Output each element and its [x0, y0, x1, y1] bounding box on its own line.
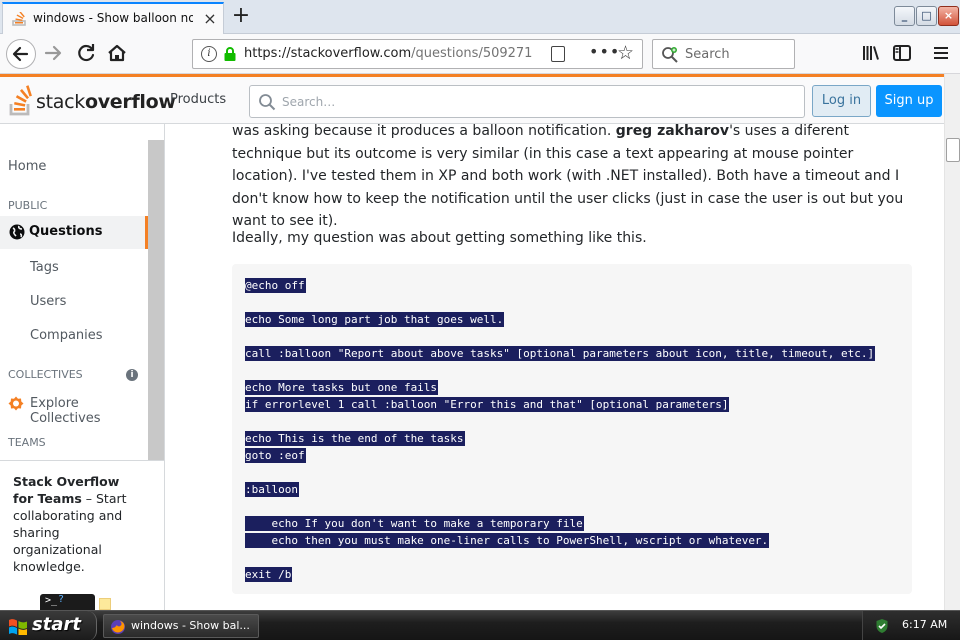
home-button[interactable]	[102, 39, 132, 69]
user-mention[interactable]: greg zakharov	[616, 124, 729, 139]
page-scrollbar-thumb[interactable]	[946, 138, 960, 162]
question-body: was asking because it produces a balloon…	[165, 124, 944, 610]
body-paragraph-2: Ideally, my question was about getting s…	[232, 230, 647, 246]
taskbar-window-label: windows - Show bal...	[131, 619, 250, 632]
windows-taskbar: start windows - Show bal... 6:17 AM	[0, 610, 960, 640]
nav-users-link[interactable]: Users	[30, 294, 66, 309]
security-shield-icon[interactable]	[875, 618, 889, 634]
info-icon[interactable]: i	[201, 46, 217, 62]
nav-companies-link[interactable]: Companies	[30, 328, 103, 343]
code-line: call :balloon "Report about above tasks"…	[245, 346, 876, 361]
reload-icon	[78, 44, 95, 62]
nav-heading-collectives: COLLECTIVES	[8, 368, 83, 381]
sidebar-icon[interactable]	[889, 40, 915, 66]
body-paragraph-1: was asking because it produces a balloon…	[232, 124, 904, 229]
code-line: if errorlevel 1 call :balloon "Error thi…	[245, 397, 730, 412]
code-block[interactable]: @echo off echo Some long part job that g…	[232, 264, 912, 594]
library-icon[interactable]	[858, 40, 884, 66]
navigation-toolbar: i https://stackoverflow.com/questions/50…	[0, 34, 960, 74]
code-line: :balloon	[245, 482, 299, 497]
so-search-placeholder: Search…	[282, 95, 336, 109]
new-tab-button[interactable]: +	[228, 4, 254, 30]
logo-wordmark: stackoverflow	[36, 91, 176, 113]
code-line: echo Some long part job that goes well.	[245, 312, 505, 327]
start-label: start	[32, 614, 81, 635]
forward-button[interactable]	[38, 39, 68, 69]
products-link[interactable]: Products	[170, 92, 226, 107]
code-line: exit /b	[245, 567, 293, 582]
star-icon[interactable]: ☆	[617, 42, 634, 64]
close-window-button[interactable]: ×	[938, 6, 959, 26]
back-button[interactable]	[6, 39, 36, 69]
code-line: goto :eof	[245, 448, 306, 463]
clock: 6:17 AM	[902, 618, 948, 631]
note-icon	[99, 598, 111, 610]
start-button[interactable]: start	[0, 611, 97, 640]
tab-title: windows - Show balloon notifi	[33, 11, 193, 25]
nav-home-link[interactable]: Home	[8, 159, 46, 174]
firefox-icon	[111, 620, 125, 634]
url-host: https://stackoverflow.com	[244, 46, 412, 61]
explore-collectives-label: Explore Collectives	[30, 396, 101, 426]
nav-explore-collectives-link[interactable]: Explore Collectives	[8, 395, 148, 426]
taskbar-firefox-window[interactable]: windows - Show bal...	[103, 614, 259, 638]
reader-view-icon[interactable]	[551, 46, 565, 62]
stackoverflow-logo[interactable]: stackoverflow	[8, 83, 176, 117]
nav-tags-link[interactable]: Tags	[30, 260, 59, 275]
search-placeholder: Search	[685, 47, 730, 62]
search-icon	[259, 94, 276, 111]
code-line: echo This is the end of the tasks	[245, 431, 465, 446]
back-arrow-icon	[12, 46, 29, 62]
nav-questions-label: Questions	[29, 224, 103, 239]
url-text[interactable]: https://stackoverflow.com/questions/5092…	[244, 46, 532, 61]
browser-tab-active[interactable]: windows - Show balloon notifi ×	[2, 2, 224, 34]
lock-icon	[224, 47, 236, 61]
code-line: echo More tasks but one fails	[245, 380, 439, 395]
reload-button[interactable]	[71, 39, 101, 69]
nav-heading-public: PUBLIC	[8, 199, 48, 212]
browser-search-field[interactable]: Search	[652, 39, 795, 69]
sidebar-scrollbar[interactable]	[148, 140, 164, 475]
search-icon	[662, 47, 678, 63]
collectives-icon	[8, 396, 24, 411]
forward-arrow-icon	[44, 45, 62, 61]
teams-promo-text: Stack Overflow for Teams – Start collabo…	[13, 474, 127, 574]
signup-button[interactable]: Sign up	[876, 85, 942, 117]
login-button[interactable]: Log in	[812, 85, 871, 117]
url-path: /questions/509271	[411, 46, 533, 61]
stackoverflow-logo-icon	[9, 85, 32, 116]
system-tray: 6:17 AM	[862, 611, 960, 640]
globe-icon	[9, 224, 25, 240]
code-line: @echo off	[245, 278, 306, 293]
home-icon	[108, 44, 126, 62]
address-bar[interactable]: i https://stackoverflow.com/questions/50…	[192, 39, 643, 69]
code-line: echo If you don't want to make a tempora…	[245, 516, 584, 531]
left-sidebar: Home PUBLIC Questions Tags Users Compani…	[0, 124, 165, 610]
screen: windows - Show balloon notifi × + _ □ × …	[0, 0, 960, 640]
hamburger-menu-icon[interactable]	[928, 40, 954, 66]
so-header: stackoverflow Products Search… Log in Si…	[0, 77, 944, 124]
nav-questions-link[interactable]: Questions	[0, 216, 148, 249]
page-scrollbar[interactable]	[944, 74, 960, 610]
code-line: echo then you must make one-liner calls …	[245, 533, 770, 548]
nav-heading-teams: TEAMS	[8, 436, 46, 449]
tab-close-icon[interactable]: ×	[201, 10, 219, 28]
so-search-input[interactable]: Search…	[249, 85, 805, 118]
browser-tab-strip: windows - Show balloon notifi × + _ □ ×	[0, 0, 960, 34]
teams-promo: Stack Overflow for Teams – Start collabo…	[0, 460, 164, 610]
collectives-info-icon[interactable]: i	[126, 369, 138, 381]
windows-flag-icon	[9, 619, 27, 635]
maximize-button[interactable]: □	[916, 6, 937, 26]
minimize-button[interactable]: _	[894, 6, 915, 26]
stackoverflow-favicon	[12, 12, 26, 26]
more-icon[interactable]: •••	[589, 42, 620, 61]
